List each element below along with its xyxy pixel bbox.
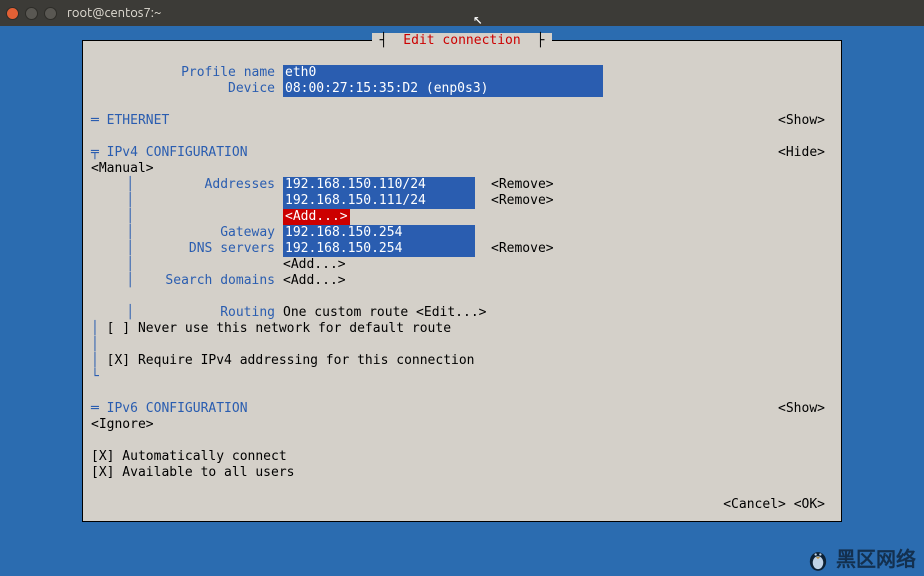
address-input-1[interactable]: 192.168.150.111/24: [283, 193, 475, 209]
routing-label: Routing: [220, 305, 275, 320]
device-input[interactable]: 08:00:27:15:35:D2 (enp0s3): [283, 81, 603, 97]
ipv6-show-button[interactable]: <Show>: [778, 401, 833, 433]
dns-label: DNS servers: [189, 241, 275, 256]
ipv6-header: ═ IPv6 CONFIGURATION: [91, 401, 248, 416]
ipv4-hide-button[interactable]: <Hide>: [778, 145, 833, 177]
ethernet-show-button[interactable]: <Show>: [778, 113, 833, 129]
ipv4-mode-select[interactable]: <Manual>: [91, 161, 154, 176]
dns-remove[interactable]: <Remove>: [483, 241, 554, 257]
close-icon[interactable]: [6, 7, 19, 20]
titlebar: root@centos7:~: [0, 0, 924, 26]
ipv6-mode-select[interactable]: <Ignore>: [91, 417, 154, 432]
gateway-label: Gateway: [220, 225, 275, 240]
routing-edit[interactable]: One custom route <Edit...>: [283, 305, 487, 321]
ok-button[interactable]: <OK>: [794, 497, 825, 513]
desktop: ↖ ┤ Edit connection ├ Profile name eth0 …: [0, 26, 924, 576]
dialog-title: Edit connection: [399, 33, 524, 48]
ipv4-header: IPv4 CONFIGURATION: [99, 145, 248, 160]
cursor-icon: ↖: [473, 11, 483, 27]
all-users-checkbox[interactable]: [X] Available to all users: [91, 465, 833, 481]
address-remove-0[interactable]: <Remove>: [483, 177, 554, 193]
dns-input[interactable]: 192.168.150.254: [283, 241, 475, 257]
penguin-icon: [804, 544, 832, 572]
profile-name-label: Profile name: [91, 65, 283, 81]
ethernet-header: ═ ETHERNET: [91, 113, 291, 129]
gateway-input[interactable]: 192.168.150.254: [283, 225, 475, 241]
address-remove-1[interactable]: <Remove>: [483, 193, 554, 209]
addresses-label: Addresses: [205, 177, 275, 192]
search-add-button[interactable]: <Add...>: [283, 273, 483, 289]
address-input-0[interactable]: 192.168.150.110/24: [283, 177, 475, 193]
nmtui-dialog: ↖ ┤ Edit connection ├ Profile name eth0 …: [82, 40, 842, 522]
profile-name-input[interactable]: eth0: [283, 65, 603, 81]
device-label: Device: [91, 81, 283, 97]
search-domains-label: Search domains: [165, 273, 275, 288]
minimize-icon[interactable]: [25, 7, 38, 20]
never-default-checkbox[interactable]: [ ] Never use this network for default r…: [107, 321, 451, 336]
auto-connect-checkbox[interactable]: [X] Automatically connect: [91, 449, 833, 465]
require-ipv4-checkbox[interactable]: [X] Require IPv4 addressing for this con…: [107, 353, 475, 368]
cancel-button[interactable]: <Cancel>: [723, 497, 786, 513]
dns-add-button[interactable]: <Add...>: [283, 257, 483, 273]
window-title: root@centos7:~: [67, 6, 161, 20]
address-add-button[interactable]: <Add...>: [283, 209, 350, 225]
watermark: 黑区网络: [804, 543, 916, 572]
maximize-icon[interactable]: [44, 7, 57, 20]
